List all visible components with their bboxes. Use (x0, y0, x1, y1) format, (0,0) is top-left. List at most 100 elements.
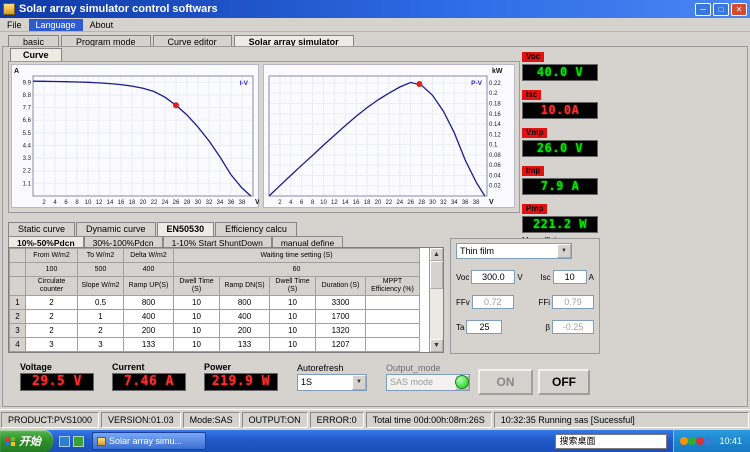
windows-logo-icon (6, 436, 15, 446)
start-button[interactable]: 开始 (0, 430, 53, 452)
table-cell[interactable]: 10 (173, 336, 220, 353)
scrollbar-thumb[interactable] (430, 261, 443, 289)
svg-text:0.02: 0.02 (489, 184, 501, 190)
table-cell[interactable]: 10 (269, 294, 316, 310)
close-button[interactable]: ✕ (731, 2, 747, 16)
svg-text:5.5: 5.5 (23, 131, 32, 137)
header-cell: Delta W/m2 (123, 247, 174, 264)
blue-network-icon[interactable] (704, 437, 713, 445)
table-cell[interactable]: 400 (219, 308, 270, 324)
table-cell[interactable]: 2 (25, 322, 78, 338)
orange-app-icon[interactable] (680, 437, 689, 445)
svg-text:8.8: 8.8 (23, 93, 32, 99)
column-header-cell: Dwell Time (S) (173, 276, 220, 296)
tray-icons (680, 432, 713, 450)
table-cell[interactable]: 133 (123, 336, 174, 353)
param-beta: β -0.25 (545, 320, 594, 334)
param-input-voc[interactable]: 300.0 (471, 270, 516, 284)
table-cell[interactable]: 10 (173, 294, 220, 310)
table-cell[interactable]: 3 (25, 336, 78, 353)
svg-text:26: 26 (173, 200, 180, 206)
taskbar-search-input[interactable]: 搜索桌面 (555, 433, 668, 449)
scroll-down-icon[interactable]: ▼ (430, 339, 443, 352)
table-cell[interactable]: 400 (123, 308, 174, 324)
svg-text:0.14: 0.14 (489, 122, 501, 128)
pv-model-panel: Thin film ▼ Voc 300.0 V Isc 10 A FFv 0.72 FFi 0.7… (450, 238, 600, 354)
table-cell[interactable]: 200 (123, 322, 174, 338)
param-input-ffv[interactable]: 0.72 (471, 295, 514, 309)
table-cell[interactable]: 800 (219, 294, 270, 310)
green-status-icon[interactable] (688, 437, 697, 445)
chart-panel: 2 4 6 8 10 12 14 16 18 20 22 24 26 28 30 32 34 36 38 9.9 8.8… (8, 61, 520, 213)
table-cell[interactable] (365, 322, 420, 338)
pv-model-select[interactable]: Thin film ▼ (456, 243, 572, 259)
table-cell[interactable]: 10 (173, 322, 220, 338)
taskbar-task-button[interactable]: Solar array simu... (92, 432, 206, 450)
table-cell[interactable]: 10 (269, 336, 316, 353)
param-input-ffi[interactable]: 0.79 (552, 295, 594, 309)
table-cell[interactable]: 10 (269, 322, 316, 338)
svg-text:3.3: 3.3 (23, 156, 32, 162)
svg-text:32: 32 (440, 200, 447, 206)
svg-text:0.08: 0.08 (489, 153, 501, 159)
table-cell[interactable]: 1700 (315, 308, 366, 324)
svg-text:16: 16 (118, 200, 125, 206)
menu-about[interactable]: About (83, 19, 121, 31)
table-cell[interactable]: 2 (77, 322, 124, 338)
desktop-icon[interactable] (73, 435, 84, 447)
table-cell[interactable]: 10 (173, 308, 220, 324)
row-number-cell: 3 (9, 322, 26, 338)
table-cell[interactable] (365, 294, 420, 310)
param-row: Voc 300.0 V Isc 10 A (456, 270, 594, 284)
param-isc: Isc 10 A (540, 270, 594, 284)
table-cell[interactable]: 0.5 (77, 294, 124, 310)
table-cell[interactable]: 1 (77, 308, 124, 324)
minimize-button[interactable]: ─ (695, 2, 711, 16)
menu-language[interactable]: Language (28, 18, 83, 31)
table-row: 1 2 0.5 800 10 800 10 3300 (9, 294, 420, 310)
table-cell[interactable]: 2 (25, 308, 78, 324)
readout-imp: Imp 7.9 A (522, 160, 602, 195)
maximize-button[interactable]: □ (713, 2, 729, 16)
on-button[interactable]: ON (478, 369, 533, 395)
off-button[interactable]: OFF (538, 369, 590, 395)
param-label-voc: Voc (456, 272, 470, 282)
plot-background (11, 64, 259, 208)
table-cell[interactable]: 1207 (315, 336, 366, 353)
table-cell[interactable]: 133 (219, 336, 270, 353)
dropdown-arrow-icon[interactable]: ▼ (557, 244, 571, 258)
svg-text:28: 28 (184, 200, 191, 206)
param-row: Ta 25 β -0.25 (456, 320, 594, 334)
svg-text:0.16: 0.16 (489, 112, 501, 118)
table-cell[interactable] (365, 336, 420, 353)
svg-text:26: 26 (407, 200, 414, 206)
svg-text:10: 10 (320, 200, 327, 206)
dropdown-arrow-icon[interactable]: ▼ (352, 375, 366, 390)
table-cell[interactable]: 3 (77, 336, 124, 353)
param-input-isc[interactable]: 10 (552, 270, 587, 284)
param-input-beta[interactable]: -0.25 (552, 320, 594, 334)
readout-isc: Isc 10.0A (522, 84, 602, 119)
param-voc: Voc 300.0 V (456, 270, 523, 284)
table-scrollbar[interactable]: ▲ ▼ (429, 248, 443, 352)
table-cell[interactable]: 3300 (315, 294, 366, 310)
autorefresh-select[interactable]: 1S ▼ (297, 374, 367, 391)
table-cell[interactable]: 200 (219, 322, 270, 338)
ie-icon[interactable] (59, 435, 70, 447)
table-cell[interactable] (365, 308, 420, 324)
status-segment-3: OUTPUT:ON (241, 412, 308, 428)
table-cell[interactable]: 1320 (315, 322, 366, 338)
corner-cell (9, 276, 26, 296)
scroll-up-icon[interactable]: ▲ (430, 248, 443, 261)
svg-text:22: 22 (151, 200, 158, 206)
param-ffi: FFi 0.79 (538, 295, 594, 309)
menu-file[interactable]: File (0, 19, 29, 31)
svg-text:34: 34 (217, 200, 224, 206)
red-alert-icon[interactable] (696, 437, 705, 445)
table-cell[interactable]: 2 (25, 294, 78, 310)
tab-curve[interactable]: Curve (10, 48, 62, 62)
param-input-ta[interactable]: 25 (466, 320, 503, 334)
table-cell[interactable]: 800 (123, 294, 174, 310)
scrollbar-track[interactable] (430, 261, 443, 339)
table-cell[interactable]: 10 (269, 308, 316, 324)
